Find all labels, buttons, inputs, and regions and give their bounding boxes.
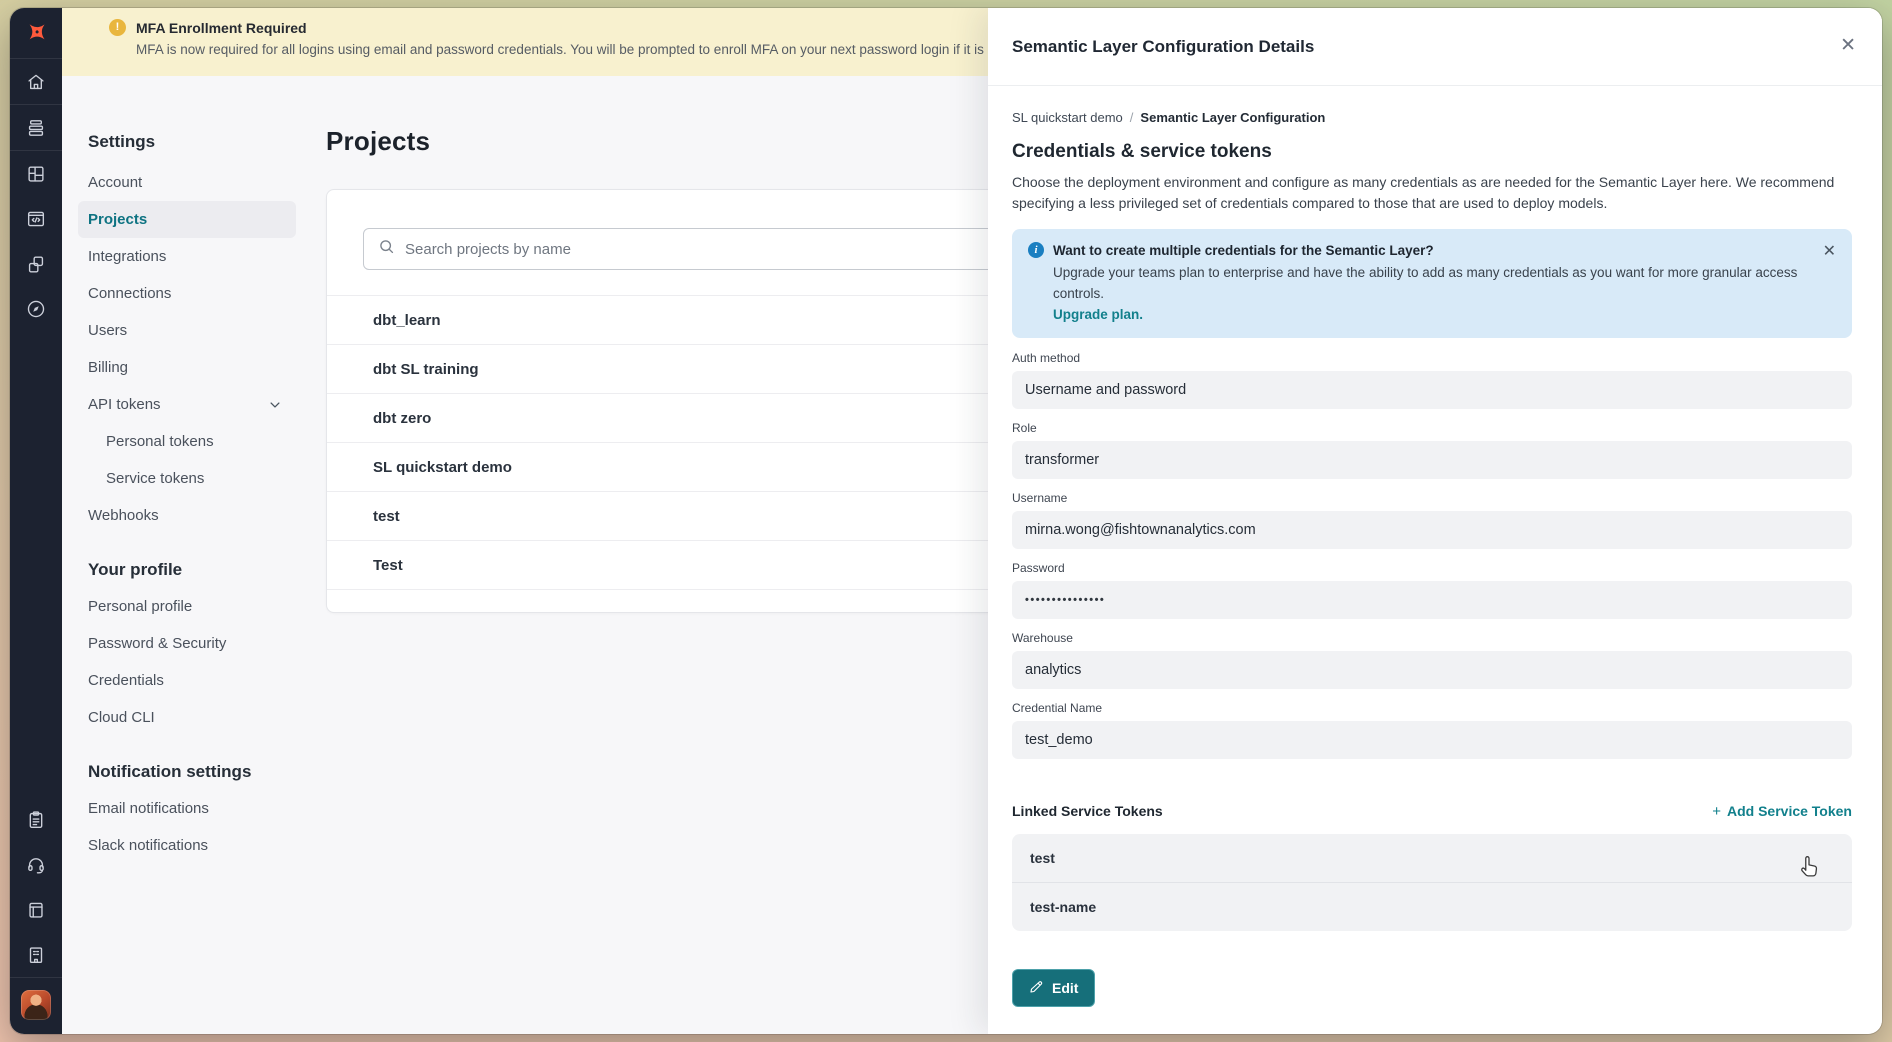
sidebar-item-api-tokens[interactable]: API tokens bbox=[78, 386, 296, 423]
field-label: Credential Name bbox=[1012, 701, 1852, 715]
project-row[interactable]: Test bbox=[327, 540, 1095, 589]
docs-icon[interactable] bbox=[10, 887, 62, 932]
sidebar-item-integrations[interactable]: Integrations bbox=[78, 238, 296, 275]
linked-tokens-list: test test-name bbox=[1012, 834, 1852, 931]
credential-name-field[interactable]: test_demo bbox=[1012, 721, 1852, 759]
mfa-banner-title: MFA Enrollment Required bbox=[136, 20, 307, 36]
breadcrumb-current: Semantic Layer Configuration bbox=[1140, 110, 1325, 125]
credentials-description: Choose the deployment environment and co… bbox=[1012, 172, 1852, 214]
close-icon[interactable]: ✕ bbox=[1823, 241, 1836, 261]
project-list: dbt_learn dbt SL training dbt zero SL qu… bbox=[327, 295, 1095, 590]
settings-nav-heading: Settings bbox=[88, 132, 318, 152]
sidebar-item-personal-tokens[interactable]: Personal tokens bbox=[78, 423, 296, 460]
linked-tokens-heading: Linked Service Tokens bbox=[1012, 803, 1163, 819]
close-icon[interactable]: ✕ bbox=[1840, 36, 1856, 55]
sidebar-item-users[interactable]: Users bbox=[78, 312, 296, 349]
notifications-section-heading: Notification settings bbox=[88, 762, 318, 782]
dbt-logo[interactable] bbox=[10, 8, 62, 58]
field-label: Role bbox=[1012, 421, 1852, 435]
field-label: Username bbox=[1012, 491, 1852, 505]
dashboard-icon[interactable] bbox=[10, 151, 62, 196]
semantic-layer-panel: Semantic Layer Configuration Details ✕ S… bbox=[988, 8, 1882, 1034]
sidebar-item-account[interactable]: Account bbox=[78, 164, 296, 201]
profile-section-heading: Your profile bbox=[88, 560, 318, 580]
plus-icon: + bbox=[1712, 803, 1721, 820]
sidebar-item-password-security[interactable]: Password & Security bbox=[78, 625, 296, 662]
icon-rail bbox=[10, 8, 62, 1034]
project-row[interactable]: test bbox=[327, 491, 1095, 540]
upgrade-plan-link[interactable]: Upgrade plan. bbox=[1053, 307, 1143, 322]
divider bbox=[10, 977, 62, 978]
username-field[interactable]: mirna.wong@fishtownanalytics.com bbox=[1012, 511, 1852, 549]
sidebar-item-email-notifications[interactable]: Email notifications bbox=[78, 790, 296, 827]
sidebar-item-credentials[interactable]: Credentials bbox=[78, 662, 296, 699]
explore-icon[interactable] bbox=[10, 286, 62, 331]
tasks-icon[interactable] bbox=[10, 797, 62, 842]
user-avatar[interactable] bbox=[21, 990, 51, 1020]
project-row[interactable]: dbt zero bbox=[327, 393, 1095, 442]
role-field[interactable]: transformer bbox=[1012, 441, 1852, 479]
info-banner-title: Want to create multiple credentials for … bbox=[1053, 243, 1434, 258]
sidebar-item-billing[interactable]: Billing bbox=[78, 349, 296, 386]
token-row[interactable]: test-name bbox=[1012, 882, 1852, 931]
token-row[interactable]: test bbox=[1012, 834, 1852, 882]
sidebar-item-personal-profile[interactable]: Personal profile bbox=[78, 588, 296, 625]
field-label: Auth method bbox=[1012, 351, 1852, 365]
sidebar-item-webhooks[interactable]: Webhooks bbox=[78, 497, 296, 534]
chevron-down-icon bbox=[268, 398, 282, 412]
credentials-heading: Credentials & service tokens bbox=[1012, 141, 1852, 163]
projects-card: dbt_learn dbt SL training dbt zero SL qu… bbox=[326, 189, 1096, 613]
panel-title: Semantic Layer Configuration Details bbox=[1012, 37, 1314, 57]
field-label: Warehouse bbox=[1012, 631, 1852, 645]
projects-icon[interactable] bbox=[10, 241, 62, 286]
field-label: Password bbox=[1012, 561, 1852, 575]
project-row[interactable]: dbt_learn bbox=[327, 295, 1095, 344]
search-input[interactable] bbox=[405, 241, 1008, 258]
app-window: ! MFA Enrollment Required MFA is now req… bbox=[10, 8, 1882, 1034]
home-icon[interactable] bbox=[10, 59, 62, 104]
upgrade-info-banner: i Want to create multiple credentials fo… bbox=[1012, 229, 1852, 338]
project-search[interactable] bbox=[363, 228, 1023, 270]
sidebar-item-projects[interactable]: Projects bbox=[78, 201, 296, 238]
pencil-icon bbox=[1029, 979, 1044, 997]
auth-method-field[interactable]: Username and password bbox=[1012, 371, 1852, 409]
project-row[interactable]: SL quickstart demo bbox=[327, 442, 1095, 491]
develop-icon[interactable] bbox=[10, 196, 62, 241]
linked-tokens-header: Linked Service Tokens + Add Service Toke… bbox=[1012, 803, 1852, 820]
password-field[interactable]: ••••••••••••••• bbox=[1012, 581, 1852, 619]
warehouse-field[interactable]: analytics bbox=[1012, 651, 1852, 689]
support-icon[interactable] bbox=[10, 842, 62, 887]
sidebar-item-cloud-cli[interactable]: Cloud CLI bbox=[78, 699, 296, 736]
sidebar-item-slack-notifications[interactable]: Slack notifications bbox=[78, 827, 296, 864]
breadcrumb: SL quickstart demo / Semantic Layer Conf… bbox=[1012, 110, 1852, 125]
add-service-token-button[interactable]: + Add Service Token bbox=[1712, 803, 1852, 820]
deploy-icon[interactable] bbox=[10, 105, 62, 150]
sidebar-item-connections[interactable]: Connections bbox=[78, 275, 296, 312]
panel-header: Semantic Layer Configuration Details ✕ bbox=[988, 8, 1882, 86]
organization-icon[interactable] bbox=[10, 932, 62, 977]
search-icon bbox=[378, 238, 395, 260]
warning-icon: ! bbox=[109, 19, 126, 36]
sidebar-item-service-tokens[interactable]: Service tokens bbox=[78, 460, 296, 497]
credentials-form: Auth method Username and password Role t… bbox=[1012, 351, 1852, 759]
project-row[interactable]: dbt SL training bbox=[327, 344, 1095, 393]
settings-nav: Settings Account Projects Integrations C… bbox=[62, 76, 318, 1034]
breadcrumb-project[interactable]: SL quickstart demo bbox=[1012, 110, 1123, 125]
info-icon: i bbox=[1028, 242, 1044, 258]
breadcrumb-separator: / bbox=[1130, 110, 1134, 125]
info-banner-body: Upgrade your teams plan to enterprise an… bbox=[1053, 263, 1836, 305]
divider bbox=[327, 589, 1095, 590]
panel-body: SL quickstart demo / Semantic Layer Conf… bbox=[988, 86, 1882, 1034]
edit-button[interactable]: Edit bbox=[1012, 969, 1095, 1007]
